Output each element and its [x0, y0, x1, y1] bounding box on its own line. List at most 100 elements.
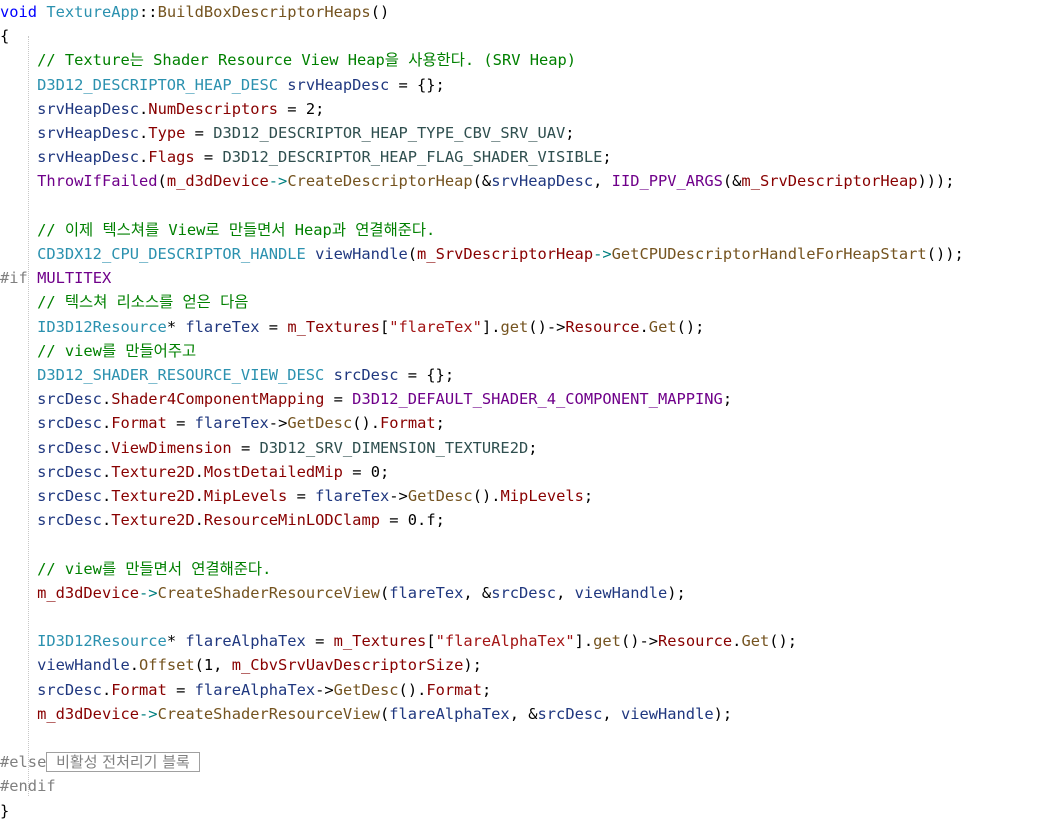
preprocessor-token: #else — [0, 753, 47, 772]
variable-token: srcDesc — [491, 583, 557, 602]
function-token: CreateDescriptorHeap — [287, 172, 473, 191]
variable-token: flareTex — [194, 414, 269, 433]
plain-token: = — [166, 414, 195, 433]
preprocessor-token: #endif — [0, 777, 56, 796]
code-line[interactable]: srcDesc.Format = flareTex->GetDesc().For… — [0, 411, 445, 435]
plain-token: -> — [389, 487, 408, 505]
plain-token: (); — [676, 317, 705, 336]
collapsed-region-label[interactable]: 비활성 전처리기 블록 — [46, 752, 200, 773]
plain-token: , — [593, 172, 612, 191]
keyword-token: void — [0, 3, 38, 21]
member-token: Texture2D — [111, 462, 195, 481]
variable-token: srcDesc — [37, 487, 102, 505]
code-line[interactable]: #endif — [0, 774, 56, 798]
code-line[interactable]: srvHeapDesc.Flags = D3D12_DESCRIPTOR_HEA… — [0, 145, 612, 169]
member-token: Format — [426, 680, 482, 699]
plain-token: . — [129, 656, 140, 675]
plain-token: ()); — [926, 245, 964, 263]
variable-token: flareTex — [185, 317, 260, 336]
plain-token: = {}; — [398, 366, 455, 384]
plain-token: ; — [583, 487, 594, 505]
code-line[interactable]: // view를 만들어주고 — [0, 339, 196, 363]
code-line[interactable]: // view를 만들면서 연결해준다. — [0, 557, 271, 581]
plain-token: () — [370, 3, 390, 21]
code-line[interactable]: srcDesc.Texture2D.MipLevels = flareTex->… — [0, 484, 593, 508]
code-line[interactable]: // 텍스쳐 리소스를 얻은 다음 — [0, 290, 248, 314]
plain-token: , & — [509, 704, 538, 723]
plain-token: . — [639, 317, 649, 336]
plain-token: ]. — [574, 632, 594, 651]
code-line[interactable]: viewHandle.Offset(1, m_CbvSrvUavDescript… — [0, 653, 482, 677]
variable-token: srvHeapDesc — [491, 172, 594, 191]
code-line[interactable]: } — [0, 799, 9, 823]
plain-token: . — [101, 414, 112, 433]
type-token: D3D12_DESCRIPTOR_HEAP_DESC — [37, 75, 278, 94]
code-line[interactable]: m_d3dDevice->CreateShaderResourceView(fl… — [0, 581, 686, 605]
code-line[interactable]: srcDesc.Shader4ComponentMapping = D3D12_… — [0, 387, 732, 411]
plain-token: ; — [722, 390, 733, 409]
member-token: Format — [111, 680, 167, 699]
plain-token: (). — [398, 680, 427, 699]
plain-token: ( — [379, 704, 390, 723]
macro-token: D3D12_DEFAULT_SHADER_4_COMPONENT_MAPPING — [352, 390, 723, 409]
code-line[interactable]: #else 비활성 전처리기 블록 — [0, 750, 200, 774]
member-token: Type — [148, 124, 186, 142]
code-line[interactable]: srvHeapDesc.NumDescriptors = 2; — [0, 97, 324, 121]
variable-token: srcDesc — [37, 511, 102, 530]
code-line[interactable]: srcDesc.Format = flareAlphaTex->GetDesc(… — [0, 678, 491, 702]
type-token: CD3DX12_CPU_DESCRIPTOR_HANDLE — [37, 245, 306, 263]
code-line[interactable]: #if MULTITEX — [0, 266, 111, 290]
plain-token: . — [139, 99, 149, 118]
function-token: CreateShaderResourceView — [157, 583, 380, 602]
member-token: Format — [380, 414, 436, 433]
function-token: Offset — [139, 656, 195, 675]
code-line[interactable]: { — [0, 24, 9, 48]
member-token: Texture2D — [111, 487, 195, 505]
plain-token: = — [185, 124, 214, 142]
code-editor[interactable]: void TextureApp::BuildBoxDescriptorHeaps… — [0, 0, 1064, 833]
plain-token: , — [602, 704, 621, 723]
plain-token: ; — [565, 124, 575, 142]
code-line[interactable]: ID3D12Resource* flareAlphaTex = m_Textur… — [0, 629, 797, 653]
code-line[interactable]: // Texture는 Shader Resource View Heap을 사… — [0, 48, 576, 72]
code-line[interactable]: ID3D12Resource* flareTex = m_Textures["f… — [0, 315, 704, 339]
plain-token: = — [194, 148, 223, 167]
variable-token: srvHeapDesc — [37, 99, 140, 118]
code-line[interactable]: srcDesc.Texture2D.ResourceMinLODClamp = … — [0, 508, 445, 532]
plain-token: ()-> — [620, 632, 659, 651]
plain-token: } — [0, 801, 10, 820]
plain-token: ))); — [917, 172, 955, 191]
plain-token: = — [287, 487, 316, 505]
code-line[interactable]: D3D12_DESCRIPTOR_HEAP_DESC srvHeapDesc =… — [0, 73, 445, 97]
operator-token: -> — [139, 583, 158, 602]
operator-token: -> — [593, 245, 612, 263]
plain-token: . — [139, 124, 149, 142]
variable-token: srvHeapDesc — [37, 148, 140, 167]
type-token: ID3D12Resource — [37, 317, 167, 336]
code-line[interactable]: srvHeapDesc.Type = D3D12_DESCRIPTOR_HEAP… — [0, 121, 575, 145]
plain-token: -> — [268, 414, 288, 433]
code-line[interactable]: srcDesc.ViewDimension = D3D12_SRV_DIMENS… — [0, 436, 537, 460]
code-line[interactable]: D3D12_SHADER_RESOURCE_VIEW_DESC srcDesc … — [0, 363, 454, 387]
string-token: "flareAlphaTex" — [435, 632, 575, 651]
code-line[interactable]: void TextureApp::BuildBoxDescriptorHeaps… — [0, 0, 389, 24]
code-line[interactable]: ThrowIfFailed(m_d3dDevice->CreateDescrip… — [0, 169, 955, 193]
plain-token: . — [194, 511, 204, 530]
code-line[interactable]: // 이제 텍스쳐를 View로 만들면서 Heap과 연결해준다. — [0, 218, 435, 242]
member-token: NumDescriptors — [148, 99, 279, 118]
plain-token: ]. — [481, 317, 501, 336]
code-line[interactable]: srcDesc.Texture2D.MostDetailedMip = 0; — [0, 460, 389, 484]
code-line[interactable]: m_d3dDevice->CreateShaderResourceView(fl… — [0, 702, 732, 726]
member-token: m_Textures — [333, 632, 427, 651]
code-line[interactable]: CD3DX12_CPU_DESCRIPTOR_HANDLE viewHandle… — [0, 242, 964, 266]
comment-token: // view를 만들어주고 — [37, 341, 197, 360]
